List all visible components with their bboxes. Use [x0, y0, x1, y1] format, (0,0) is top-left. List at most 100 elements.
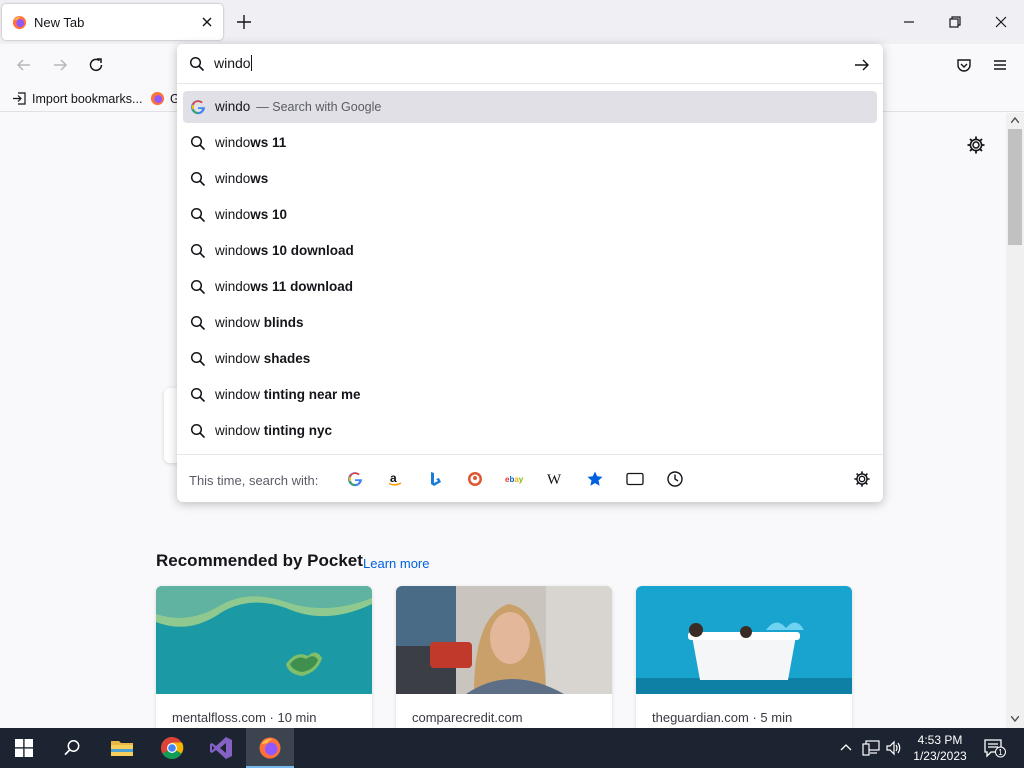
svg-text:W: W	[547, 472, 562, 487]
suggestion-typed: window	[215, 387, 261, 402]
new-tab-icon[interactable]	[235, 13, 253, 31]
chevron-up-icon[interactable]	[840, 742, 852, 752]
urlbar-popup: windo windo — Search with Google windows 1…	[177, 44, 883, 502]
search-icon	[190, 171, 206, 187]
tabs-icon[interactable]	[625, 469, 645, 489]
suggestion-row[interactable]: windows 10	[183, 199, 877, 231]
suggestion-completion: ws 10 download	[250, 243, 354, 258]
search-settings-gear-icon[interactable]	[853, 470, 871, 488]
taskbar-clock[interactable]: 4:53 PM 1/23/2023	[908, 732, 972, 764]
pocket-card[interactable]: theguardian.com · 5 min	[636, 586, 852, 728]
start-button[interactable]	[0, 728, 48, 768]
go-arrow-icon[interactable]	[853, 56, 871, 74]
suggestion-typed: window	[215, 315, 261, 330]
suggestion-row[interactable]: window tinting near me	[183, 379, 877, 411]
restore-icon[interactable]	[945, 12, 965, 32]
suggestion-completion: tinting nyc	[260, 423, 333, 438]
scroll-down-icon[interactable]	[1011, 716, 1019, 722]
gear-icon[interactable]	[966, 135, 986, 155]
suggestion-text: windows	[215, 171, 268, 186]
suggestion-text: window tinting nyc	[215, 423, 332, 438]
card-image	[156, 586, 372, 694]
scrollbar[interactable]	[1006, 113, 1024, 728]
suggestion-text: windows 10	[215, 207, 287, 222]
urlbar-value: windo	[214, 55, 251, 71]
search-icon	[189, 56, 205, 72]
clock-date: 1/23/2023	[913, 749, 967, 763]
reload-icon[interactable]	[87, 56, 105, 74]
amazon-icon[interactable]: a	[385, 469, 405, 489]
notification-icon: 1	[984, 739, 1006, 758]
wikipedia-icon[interactable]: W	[545, 469, 565, 489]
visual-studio-button[interactable]	[197, 728, 245, 768]
suggestion-completion: blinds	[260, 315, 304, 330]
scroll-up-icon[interactable]	[1011, 117, 1019, 123]
google-icon[interactable]	[345, 469, 365, 489]
suggestion-row[interactable]: windows 10 download	[183, 235, 877, 267]
search-icon	[190, 243, 206, 259]
suggestion-action: — Search with Google	[256, 100, 382, 114]
card-image	[396, 586, 612, 694]
suggestion-completion: ws 10	[250, 207, 288, 222]
chrome-button[interactable]	[148, 728, 196, 768]
search-icon	[190, 207, 206, 223]
import-icon	[13, 92, 26, 105]
svg-text:ebay: ebay	[505, 475, 524, 484]
suggestion-row[interactable]: window shades	[183, 343, 877, 375]
search-icon	[190, 351, 206, 367]
close-window-icon[interactable]	[991, 12, 1011, 32]
urlbar[interactable]: windo	[177, 44, 883, 84]
suggestion-typed: windo	[215, 279, 251, 294]
google-icon	[191, 100, 205, 115]
pocket-heading: Recommended by Pocket	[156, 551, 363, 570]
suggestion-completion: ws 11 download	[250, 279, 354, 294]
suggestion-text: windows 11	[215, 135, 286, 150]
tab-title: New Tab	[34, 15, 85, 30]
pocket-icon[interactable]	[955, 56, 973, 74]
chrome-icon	[161, 737, 184, 759]
svg-text:a: a	[390, 471, 397, 485]
card-image	[636, 586, 852, 694]
bookmarks-star-icon[interactable]	[585, 469, 605, 489]
action-center-button[interactable]: 1	[984, 738, 1006, 758]
volume-icon[interactable]	[886, 740, 902, 756]
scroll-thumb[interactable]	[1008, 129, 1022, 245]
bookmark-item[interactable]: G	[150, 91, 180, 106]
suggestion-row[interactable]: window blinds	[183, 307, 877, 339]
pocket-card[interactable]: mentalfloss.com · 10 min	[156, 586, 372, 728]
windows-icon	[15, 739, 33, 757]
urlbar-input[interactable]: windo	[214, 55, 814, 71]
bing-icon[interactable]	[425, 469, 445, 489]
forward-icon[interactable]	[51, 56, 69, 74]
suggestion-row[interactable]: windo — Search with Google	[183, 91, 877, 123]
close-tab-icon[interactable]	[200, 15, 214, 29]
ebay-icon[interactable]: ebay	[505, 469, 525, 489]
menu-icon[interactable]	[991, 56, 1009, 74]
learn-more-link[interactable]: Learn more	[363, 556, 429, 571]
suggestion-row[interactable]: windows 11 download	[183, 271, 877, 303]
suggestion-typed: windo	[215, 171, 251, 186]
firefox-icon	[12, 15, 27, 30]
suggestion-row[interactable]: windows 11	[183, 127, 877, 159]
card-source: comparecredit.com	[412, 710, 523, 725]
file-explorer-button[interactable]	[98, 728, 146, 768]
taskbar-search-button[interactable]	[48, 728, 96, 768]
network-icon[interactable]	[862, 740, 880, 756]
pocket-card[interactable]: comparecredit.com	[396, 586, 612, 728]
tab-new-tab[interactable]: New Tab	[2, 4, 223, 40]
duckduckgo-icon[interactable]	[465, 469, 485, 489]
suggestion-text: windows 10 download	[215, 243, 354, 258]
suggestion-typed: windo	[215, 135, 251, 150]
suggestion-row[interactable]: windows	[183, 163, 877, 195]
suggestion-typed: window	[215, 351, 261, 366]
folder-icon	[111, 741, 133, 756]
suggestion-typed: windo	[215, 243, 251, 258]
minimize-icon[interactable]	[899, 12, 919, 32]
firefox-taskbar-button[interactable]	[246, 728, 294, 768]
import-bookmarks-button[interactable]: Import bookmarks...	[12, 91, 142, 106]
suggestion-row[interactable]: window tinting nyc	[183, 415, 877, 447]
search-icon	[190, 279, 206, 295]
search-icon	[64, 740, 80, 756]
history-icon[interactable]	[665, 469, 685, 489]
back-icon[interactable]	[15, 56, 33, 74]
